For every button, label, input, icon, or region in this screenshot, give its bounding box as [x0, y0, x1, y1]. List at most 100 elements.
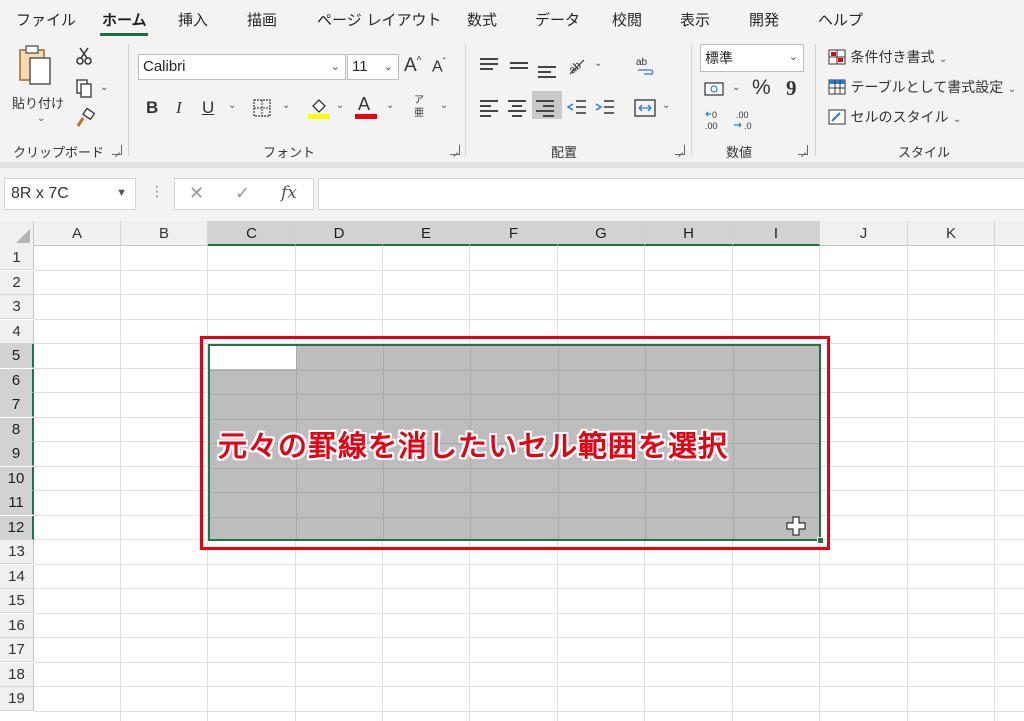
font-launcher-icon[interactable] [450, 145, 460, 155]
borders-icon[interactable] [252, 98, 272, 118]
row-header-8[interactable]: 8 [0, 417, 34, 442]
row-header-9[interactable]: 9 [0, 442, 34, 466]
align-middle-icon[interactable] [510, 62, 528, 72]
column-header-b[interactable]: B [121, 221, 208, 246]
row-header-7[interactable]: 7 [0, 393, 34, 417]
font-color-dropdown-icon[interactable]: ⌄ [386, 100, 394, 111]
name-box[interactable]: 8R x 7C ▼ [4, 178, 136, 210]
underline-button[interactable]: U [202, 98, 214, 118]
number-format-select[interactable]: 標準 ⌄ [700, 44, 804, 72]
fill-color-icon[interactable] [308, 96, 330, 120]
font-name-select[interactable]: Calibri ⌄ [138, 54, 346, 80]
borders-dropdown-icon[interactable]: ⌄ [282, 100, 290, 111]
tab-developer[interactable]: 開発 [749, 9, 779, 30]
row-header-3[interactable]: 3 [0, 295, 34, 319]
row-header-12[interactable]: 12 [0, 515, 34, 540]
row-header-16[interactable]: 16 [0, 613, 34, 638]
bold-button[interactable]: B [146, 98, 158, 118]
column-header-e[interactable]: E [383, 221, 470, 246]
cancel-entry-button[interactable]: ✕ [189, 183, 204, 204]
wrap-text-icon[interactable]: ab [634, 54, 658, 78]
row-header-2[interactable]: 2 [0, 270, 34, 295]
tab-file[interactable]: ファイル [16, 9, 76, 30]
align-left-icon[interactable] [480, 100, 498, 120]
number-launcher-icon[interactable] [798, 145, 808, 155]
column-header-h[interactable]: H [645, 221, 733, 246]
tab-home[interactable]: ホーム [102, 9, 147, 30]
font-size-select[interactable]: 11 ⌄ [347, 54, 399, 80]
tab-draw[interactable]: 描画 [247, 9, 277, 30]
row-header-13[interactable]: 13 [0, 540, 34, 564]
format-as-table-button[interactable]: テーブルとして書式設定 ⌄ [828, 77, 1016, 97]
phonetic-guide-button[interactable]: ア 亜 [414, 94, 424, 120]
alignment-launcher-icon[interactable] [675, 145, 685, 155]
column-header-i[interactable]: I [733, 221, 820, 246]
paste-button[interactable] [14, 44, 54, 92]
tab-data[interactable]: データ [535, 9, 580, 30]
conditional-formatting-button[interactable]: 条件付き書式 ⌄ [828, 47, 947, 67]
formula-bar-grip-icon[interactable]: ⋮ [150, 184, 164, 200]
row-header-14[interactable]: 14 [0, 564, 34, 589]
insert-function-button[interactable]: fx [281, 183, 297, 203]
formula-input[interactable] [318, 178, 1024, 210]
clipboard-launcher-icon[interactable] [112, 145, 122, 155]
row-header-1[interactable]: 1 [0, 246, 34, 270]
decrease-decimal-icon[interactable]: .00 .0 [732, 108, 756, 132]
row-header-11[interactable]: 11 [0, 491, 34, 515]
phonetic-dropdown-icon[interactable]: ⌄ [440, 100, 448, 111]
row-header-10[interactable]: 10 [0, 466, 34, 491]
accounting-dropdown-icon[interactable]: ⌄ [732, 82, 740, 93]
font-color-button[interactable]: A [358, 94, 370, 115]
tab-page-layout[interactable]: ページ レイアウト [317, 9, 441, 30]
tab-view[interactable]: 表示 [680, 9, 710, 30]
merge-dropdown-icon[interactable]: ⌄ [662, 100, 670, 111]
accounting-format-icon[interactable] [704, 80, 726, 100]
cell-styles-button[interactable]: セルのスタイル ⌄ [828, 107, 961, 127]
select-all-button[interactable] [0, 221, 34, 246]
merge-center-icon[interactable] [634, 98, 656, 118]
orientation-icon[interactable]: ab [566, 54, 588, 76]
increase-decimal-icon[interactable]: 0 .00 [704, 108, 728, 132]
grow-font-button[interactable]: A^ [404, 55, 421, 77]
align-bottom-icon[interactable] [538, 66, 556, 81]
italic-button[interactable]: I [176, 98, 182, 118]
column-header-f[interactable]: F [470, 221, 558, 246]
align-top-icon[interactable] [480, 58, 498, 73]
row-header-5[interactable]: 5 [0, 344, 34, 368]
row-header-15[interactable]: 15 [0, 589, 34, 613]
comma-style-button[interactable]: 9 [786, 76, 797, 101]
column-header-g[interactable]: G [558, 221, 645, 246]
paste-dropdown-icon[interactable]: ⌄ [37, 113, 45, 124]
copy-icon[interactable] [74, 78, 94, 98]
percent-style-button[interactable]: % [752, 76, 771, 100]
tab-formulas[interactable]: 数式 [467, 9, 497, 30]
column-header-a[interactable]: A [34, 221, 121, 246]
column-header-k[interactable]: K [908, 221, 995, 246]
shrink-font-button[interactable]: Aˇ [432, 57, 446, 76]
copy-dropdown-icon[interactable]: ⌄ [100, 82, 108, 93]
row-header-19[interactable]: 19 [0, 687, 34, 711]
row-header-6[interactable]: 6 [0, 368, 34, 393]
svg-text:.00: .00 [736, 110, 749, 120]
column-header-j[interactable]: J [820, 221, 908, 246]
cut-icon[interactable] [74, 46, 94, 66]
enter-entry-button[interactable]: ✓ [235, 183, 250, 204]
fill-color-dropdown-icon[interactable]: ⌄ [336, 100, 344, 111]
row-header-17[interactable]: 17 [0, 638, 34, 662]
underline-dropdown-icon[interactable]: ⌄ [228, 100, 236, 111]
tab-insert[interactable]: 挿入 [178, 9, 208, 30]
increase-indent-icon[interactable] [594, 98, 616, 118]
align-center-icon[interactable] [508, 100, 526, 120]
column-header-d[interactable]: D [296, 221, 383, 246]
row-gridline [34, 269, 1024, 271]
format-painter-icon[interactable] [74, 108, 96, 130]
row-header-4[interactable]: 4 [0, 319, 34, 344]
decrease-indent-icon[interactable] [566, 98, 588, 118]
orientation-dropdown-icon[interactable]: ⌄ [594, 58, 602, 69]
tab-help[interactable]: ヘルプ [818, 9, 863, 30]
row-header-18[interactable]: 18 [0, 662, 34, 687]
column-header-c[interactable]: C [208, 221, 296, 246]
worksheet-grid[interactable]: ABCDEFGHIJK 1 2 3 4 5 6 7 8 9 10 11 12 13 14 15 16 17 18 1… [0, 221, 1024, 721]
align-right-icon[interactable] [536, 100, 554, 120]
tab-review[interactable]: 校閲 [612, 9, 642, 30]
